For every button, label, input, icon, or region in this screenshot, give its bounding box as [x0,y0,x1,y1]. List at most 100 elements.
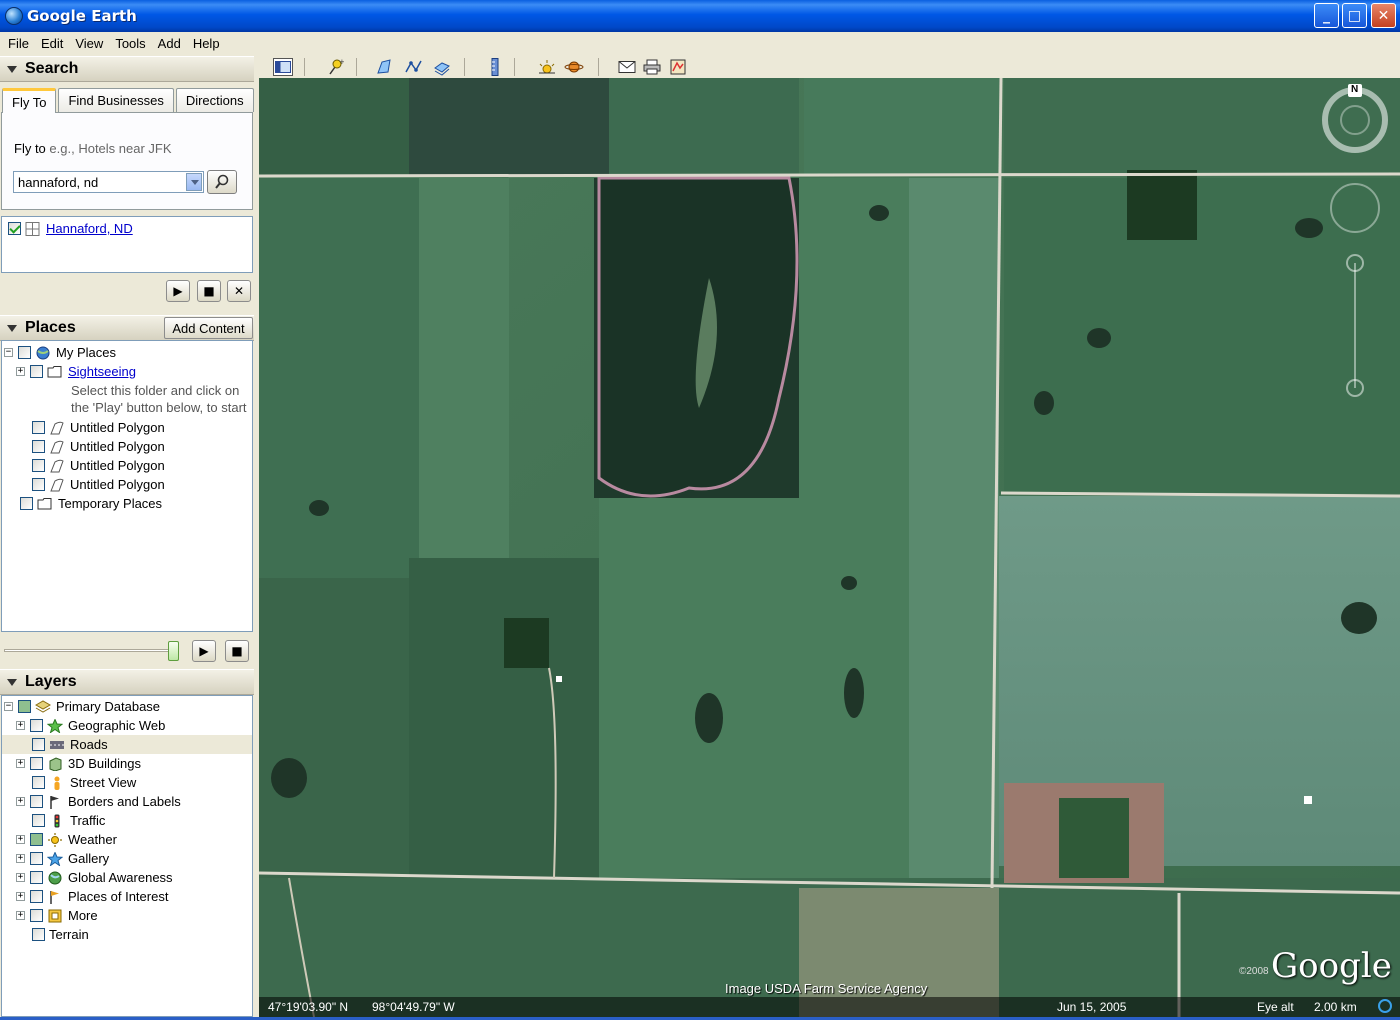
layer-roads[interactable]: Roads [2,735,252,754]
expand-icon[interactable]: + [16,759,25,768]
tree-item-my-places[interactable]: − My Places [4,343,116,362]
search-panel-header[interactable]: Search [0,56,254,82]
minimize-button[interactable]: _ [1314,3,1339,28]
play-tour-button[interactable]: ▶ [166,280,190,302]
layer-checkbox[interactable] [32,776,45,789]
dropdown-arrow-icon[interactable] [186,173,202,191]
result-checkbox[interactable] [8,222,21,235]
tree-item-sightseeing[interactable]: + Sightseeing [16,362,136,381]
layer-gallery[interactable]: + Gallery [16,849,109,868]
layer-checkbox[interactable] [32,928,45,941]
layer-traffic[interactable]: Traffic [32,811,105,830]
expand-icon[interactable]: + [16,797,25,806]
collapse-triangle-icon[interactable] [7,678,17,686]
longitude-readout: 98°04'49.79" W [372,1000,455,1014]
layer-global-awareness[interactable]: + Global Awareness [16,868,173,887]
compass-icon[interactable] [1321,78,1400,408]
expand-icon[interactable]: + [16,367,25,376]
layer-street-view[interactable]: Street View [32,773,136,792]
add-content-button[interactable]: Add Content [164,317,253,339]
layer-checkbox[interactable] [30,757,43,770]
tree-item-polygon[interactable]: Untitled Polygon [32,475,165,494]
placemark-pushpin-icon[interactable]: + [325,58,345,76]
tab-fly-to[interactable]: Fly To [2,88,57,113]
sidebar-toggle-icon[interactable] [273,58,293,76]
collapse-triangle-icon[interactable] [7,324,17,332]
layer-geographic-web[interactable]: + Geographic Web [16,716,165,735]
menu-add[interactable]: Add [152,36,187,51]
expand-icon[interactable]: + [16,911,25,920]
expand-icon[interactable]: + [16,854,25,863]
layer-checkbox[interactable] [30,833,43,846]
fly-to-input[interactable]: hannaford, nd [13,171,204,193]
add-polygon-icon[interactable] [376,58,396,76]
sunlight-icon[interactable] [537,58,557,76]
polygon-checkbox[interactable] [32,421,45,434]
my-places-checkbox[interactable] [18,346,31,359]
sightseeing-checkbox[interactable] [30,365,43,378]
expand-icon[interactable]: + [16,892,25,901]
menu-view[interactable]: View [69,36,109,51]
collapse-icon[interactable]: − [4,702,13,711]
image-overlay-icon[interactable] [432,58,452,76]
planet-switch-icon[interactable] [564,58,584,76]
print-icon[interactable] [642,58,662,76]
layer-checkbox[interactable] [30,795,43,808]
add-path-icon[interactable] [404,58,424,76]
tree-item-polygon[interactable]: Untitled Polygon [32,418,165,437]
result-link[interactable]: Hannaford, ND [46,221,133,236]
stop-places-button[interactable]: ■ [225,640,249,662]
view-in-maps-icon[interactable] [668,58,688,76]
polygon-checkbox[interactable] [32,440,45,453]
menu-help[interactable]: Help [187,36,226,51]
ruler-icon[interactable] [485,58,505,76]
layer-checkbox[interactable] [18,700,31,713]
layers-panel-header[interactable]: Layers [0,669,254,695]
stop-tour-button[interactable]: ■ [197,280,221,302]
temporary-places-checkbox[interactable] [20,497,33,510]
email-icon[interactable] [617,58,637,76]
polygon-checkbox[interactable] [32,459,45,472]
tree-item-polygon[interactable]: Untitled Polygon [32,456,165,475]
maximize-button[interactable]: □ [1342,3,1367,28]
layer-checkbox[interactable] [32,738,45,751]
layer-primary-database[interactable]: − Primary Database [4,697,160,716]
close-window-button[interactable]: ✕ [1371,3,1396,28]
clear-results-button[interactable]: ✕ [227,280,251,302]
play-places-button[interactable]: ▶ [192,640,216,662]
layer-checkbox[interactable] [30,890,43,903]
polygon-checkbox[interactable] [32,478,45,491]
layer-terrain[interactable]: Terrain [32,925,89,944]
tree-item-polygon[interactable]: Untitled Polygon [32,437,165,456]
collapse-icon[interactable]: − [4,348,13,357]
expand-icon[interactable]: + [16,835,25,844]
menu-tools[interactable]: Tools [109,36,151,51]
tab-directions[interactable]: Directions [175,88,254,112]
layer-checkbox[interactable] [30,909,43,922]
tour-speed-slider-track[interactable] [4,649,178,652]
layer-3d-buildings[interactable]: + 3D Buildings [16,754,141,773]
navigation-controls[interactable]: N [1321,78,1400,408]
layer-more[interactable]: + More [16,906,98,925]
more-folder-icon [48,909,62,922]
layer-checkbox[interactable] [30,871,43,884]
layer-checkbox[interactable] [30,719,43,732]
tab-find-businesses[interactable]: Find Businesses [58,88,174,112]
search-result-item[interactable]: Hannaford, ND [8,219,133,238]
expand-icon[interactable]: + [16,873,25,882]
menu-file[interactable]: File [2,36,35,51]
menu-edit[interactable]: Edit [35,36,69,51]
layer-checkbox[interactable] [30,852,43,865]
layer-borders-labels[interactable]: + Borders and Labels [16,792,181,811]
expand-icon[interactable]: + [16,721,25,730]
pegman-icon [54,776,60,790]
tree-item-temporary-places[interactable]: Temporary Places [20,494,162,513]
layer-weather[interactable]: + Weather [16,830,117,849]
map-view[interactable]: N Image USDA Farm Service Agency ©2008 G… [259,78,1400,1017]
tour-speed-slider-thumb[interactable] [168,641,179,661]
layer-places-of-interest[interactable]: + Places of Interest [16,887,168,906]
layer-checkbox[interactable] [32,814,45,827]
google-earth-icon [5,7,23,25]
search-button[interactable] [207,170,237,194]
collapse-triangle-icon[interactable] [7,65,17,73]
